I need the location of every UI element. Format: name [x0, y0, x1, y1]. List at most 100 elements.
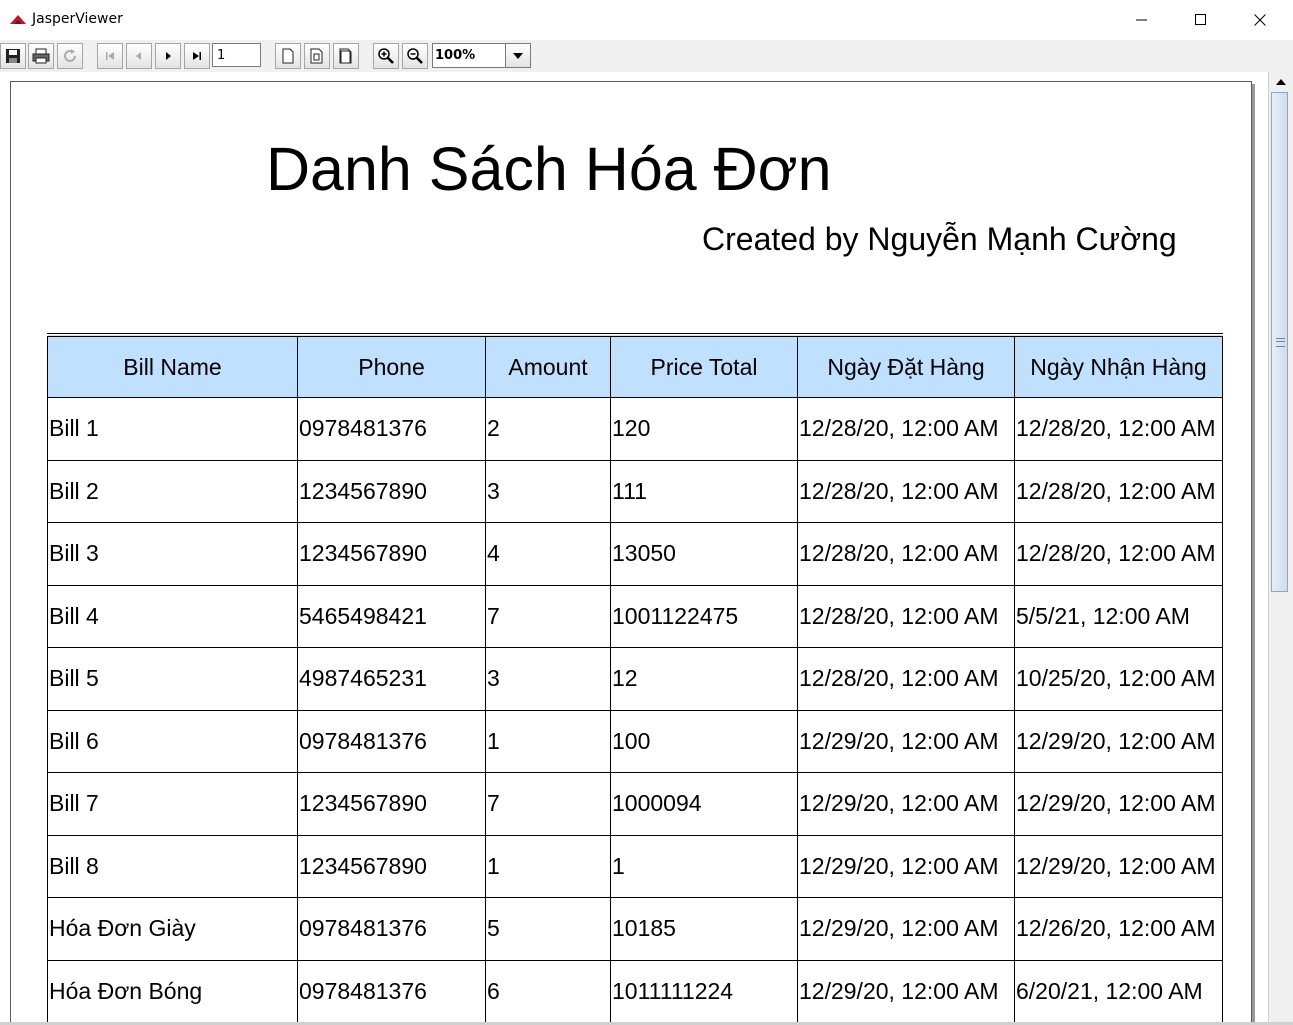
amount-cell: 6: [485, 959, 611, 1023]
column-header: Price Total: [610, 333, 798, 398]
bill-name-cell: Bill 1: [47, 397, 298, 461]
amount-cell: 1: [485, 834, 611, 898]
price-total-cell: 120: [610, 397, 798, 461]
last-page-icon: [193, 52, 201, 60]
bill-name-cell: Hóa Đơn Bóng: [47, 959, 298, 1023]
vertical-scrollbar[interactable]: [1268, 72, 1293, 1025]
price-total-cell: 10185: [610, 897, 798, 961]
table-row: Bill 5 4987465231 3 12 12/28/20, 12:00 A…: [47, 647, 1223, 711]
phone-cell: 1234567890: [297, 459, 486, 523]
order-date-cell: 12/29/20, 12:00 AM: [797, 772, 1015, 836]
column-header: Ngày Nhận Hàng: [1014, 333, 1223, 398]
report-page: Danh Sách Hóa Đơn Created by Nguyễn Mạnh…: [10, 81, 1252, 1025]
price-total-cell: 1000094: [610, 772, 798, 836]
receive-date-cell: 12/28/20, 12:00 AM: [1014, 397, 1223, 461]
bill-name-cell: Bill 2: [47, 459, 298, 523]
table-row: Bill 6 0978481376 1 100 12/29/20, 12:00 …: [47, 709, 1223, 773]
jasper-logo-icon: [9, 12, 27, 26]
table-row: Bill 7 1234567890 7 1000094 12/29/20, 12…: [47, 772, 1223, 836]
previous-page-button[interactable]: [126, 43, 152, 69]
order-date-cell: 12/28/20, 12:00 AM: [797, 397, 1015, 461]
zoom-out-button[interactable]: [402, 43, 428, 69]
phone-cell: 0978481376: [297, 397, 486, 461]
close-icon: [1254, 14, 1266, 26]
receive-date-cell: 6/20/21, 12:00 AM: [1014, 959, 1223, 1023]
reload-icon: [64, 49, 76, 62]
order-date-cell: 12/29/20, 12:00 AM: [797, 834, 1015, 898]
bill-name-cell: Bill 6: [47, 709, 298, 773]
fit-width-icon: [339, 48, 352, 64]
scroll-up-button[interactable]: [1272, 74, 1290, 90]
receive-date-cell: 12/29/20, 12:00 AM: [1014, 772, 1223, 836]
zoom-dropdown-button[interactable]: [505, 44, 530, 67]
report-subtitle: Created by Nguyễn Mạnh Cường: [702, 221, 1177, 257]
phone-cell: 0978481376: [297, 959, 486, 1023]
phone-cell: 5465498421: [297, 584, 486, 648]
bill-name-cell: Bill 8: [47, 834, 298, 898]
table-row: Hóa Đơn Bóng 0978481376 6 1011111224 12/…: [47, 959, 1223, 1023]
order-date-cell: 12/29/20, 12:00 AM: [797, 709, 1015, 773]
report-viewport[interactable]: Danh Sách Hóa Đơn Created by Nguyễn Mạnh…: [0, 72, 1268, 1025]
amount-cell: 3: [485, 647, 611, 711]
price-total-cell: 13050: [610, 522, 798, 586]
first-page-button[interactable]: [97, 43, 123, 69]
reload-button[interactable]: [57, 43, 83, 69]
scrollbar-grip-icon: [1276, 338, 1285, 347]
phone-cell: 1234567890: [297, 522, 486, 586]
amount-cell: 2: [485, 397, 611, 461]
bill-name-cell: Bill 7: [47, 772, 298, 836]
window-title: JasperViewer: [32, 11, 123, 27]
amount-cell: 5: [485, 897, 611, 961]
zoom-in-button[interactable]: [373, 43, 399, 69]
fit-page-button[interactable]: [304, 43, 330, 69]
save-icon: [6, 49, 20, 63]
chevron-down-icon: [513, 52, 523, 59]
phone-cell: 4987465231: [297, 647, 486, 711]
amount-cell: 7: [485, 584, 611, 648]
price-total-cell: 12: [610, 647, 798, 711]
amount-cell: 4: [485, 522, 611, 586]
zoom-value: 100%: [435, 48, 476, 63]
minimize-icon: [1136, 19, 1147, 21]
table-row: Bill 4 5465498421 7 1001122475 12/28/20,…: [47, 584, 1223, 648]
receive-date-cell: 5/5/21, 12:00 AM: [1014, 584, 1223, 648]
amount-cell: 7: [485, 772, 611, 836]
phone-cell: 0978481376: [297, 709, 486, 773]
price-total-cell: 100: [610, 709, 798, 773]
fit-width-button[interactable]: [333, 43, 359, 69]
save-button[interactable]: [0, 43, 26, 69]
column-header: Amount: [485, 333, 611, 398]
last-page-button[interactable]: [184, 43, 210, 69]
order-date-cell: 12/28/20, 12:00 AM: [797, 459, 1015, 523]
zoom-select[interactable]: 100%: [432, 43, 531, 68]
jasper-viewer-window: JasperViewer 1 100% Danh Sách Hóa Đơn Cr…: [0, 0, 1293, 1025]
table-row: Hóa Đơn Giày 0978481376 5 10185 12/29/20…: [47, 897, 1223, 961]
first-page-icon: [106, 52, 114, 60]
bill-name-cell: Bill 4: [47, 584, 298, 648]
bills-table: Bill Name Phone Amount Price Total Ngày …: [47, 333, 1223, 1023]
zoom-in-icon: [378, 48, 394, 64]
maximize-button[interactable]: [1172, 0, 1230, 40]
column-header: Phone: [297, 333, 486, 398]
bill-name-cell: Bill 5: [47, 647, 298, 711]
order-date-cell: 12/29/20, 12:00 AM: [797, 959, 1015, 1023]
receive-date-cell: 12/26/20, 12:00 AM: [1014, 897, 1223, 961]
minimize-button[interactable]: [1113, 0, 1171, 40]
chevron-up-icon: [1276, 79, 1286, 85]
close-button[interactable]: [1231, 0, 1289, 40]
page-number-input[interactable]: [212, 43, 261, 67]
actual-size-button[interactable]: [275, 43, 301, 69]
viewer-toolbar: [0, 40, 1293, 72]
amount-cell: 1: [485, 709, 611, 773]
scrollbar-thumb[interactable]: [1271, 92, 1288, 592]
phone-cell: 1234567890: [297, 772, 486, 836]
receive-date-cell: 12/29/20, 12:00 AM: [1014, 709, 1223, 773]
print-button[interactable]: [28, 43, 54, 69]
table-row: Bill 3 1234567890 4 13050 12/28/20, 12:0…: [47, 522, 1223, 586]
order-date-cell: 12/28/20, 12:00 AM: [797, 584, 1015, 648]
fit-page-icon: [310, 48, 323, 64]
table-row: Bill 1 0978481376 2 120 12/28/20, 12:00 …: [47, 397, 1223, 461]
receive-date-cell: 12/28/20, 12:00 AM: [1014, 459, 1223, 523]
next-page-button[interactable]: [155, 43, 181, 69]
bill-name-cell: Hóa Đơn Giày: [47, 897, 298, 961]
